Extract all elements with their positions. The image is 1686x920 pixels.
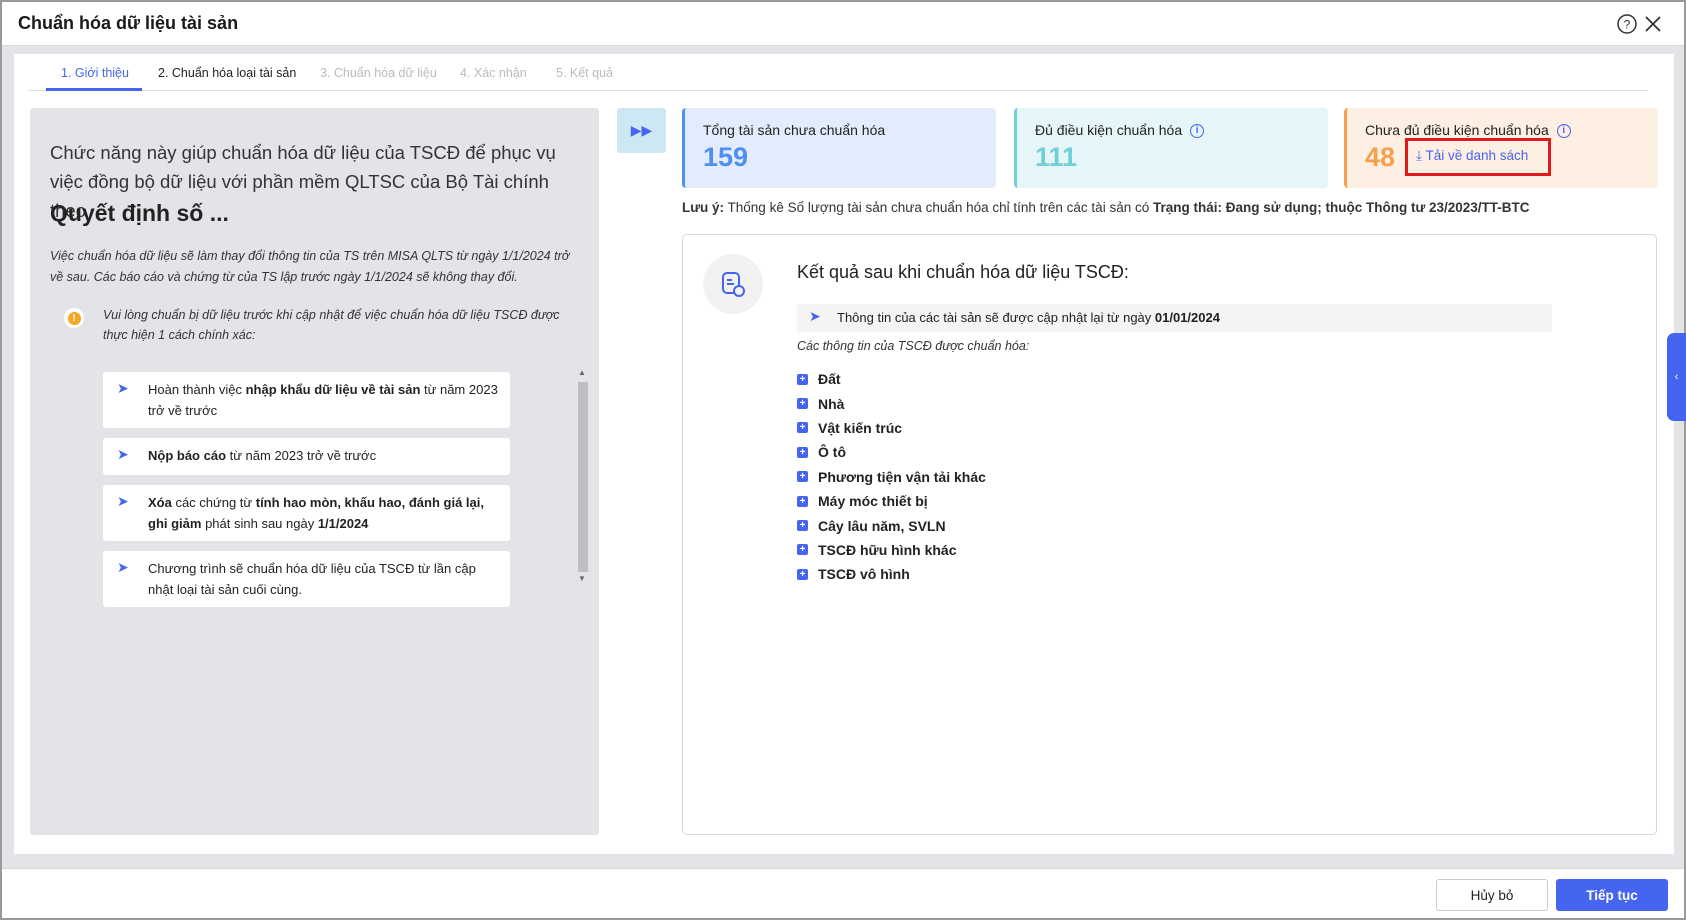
category-label: Cây lâu năm, SVLN <box>818 517 946 534</box>
category-item: + Nhà <box>797 391 986 415</box>
svg-text:?: ? <box>1624 18 1631 32</box>
title-bar: Chuẩn hóa dữ liệu tài sản ? <box>2 2 1684 46</box>
category-item: + TSCĐ vô hình <box>797 562 986 586</box>
category-label: TSCĐ hữu hình khác <box>818 541 957 558</box>
active-tab-indicator <box>46 88 142 91</box>
fast-forward-button[interactable]: ▶▶ <box>617 108 666 153</box>
category-label: Nhà <box>818 395 845 412</box>
update-info: ➤ Thông tin của các tài sản sẽ được cập n… <box>797 304 1552 332</box>
tab-chuan-hoa-du-lieu: 3. Chuẩn hóa dữ liệu <box>320 66 437 80</box>
plus-icon: + <box>797 544 808 556</box>
result-panel: Kết quả sau khi chuẩn hóa dữ liệu TSCĐ: … <box>682 234 1657 835</box>
result-heading: Kết quả sau khi chuẩn hóa dữ liệu TSCĐ: <box>797 262 1129 282</box>
stat-label: Chưa đủ điều kiện chuẩn hóa i <box>1365 122 1571 139</box>
warning-icon: ! <box>64 308 84 328</box>
tab-xac-nhan: 4. Xác nhận <box>460 66 527 80</box>
close-icon[interactable] <box>1642 13 1664 35</box>
category-label: TSCĐ vô hình <box>818 566 910 583</box>
stat-card-total: Tổng tài sản chưa chuẩn hóa 159 <box>682 108 996 188</box>
plus-icon: + <box>797 568 808 580</box>
plus-icon: + <box>797 373 808 385</box>
cancel-button[interactable]: Hủy bỏ <box>1436 879 1548 911</box>
help-icon[interactable]: ? <box>1616 13 1638 35</box>
category-item: + Cây lâu năm, SVLN <box>797 513 986 537</box>
stat-card-eligible: Đủ điều kiện chuẩn hóa i 111 <box>1014 108 1328 188</box>
info-icon[interactable]: i <box>1556 124 1571 139</box>
tab-gioi-thieu[interactable]: 1. Giới thiệu <box>61 66 129 80</box>
category-item: + TSCĐ hữu hình khác <box>797 538 986 562</box>
warning-text: Vui lòng chuẩn bị dữ liệu trước khi cập … <box>103 308 560 342</box>
step-item: ➤ Xóa các chứng từ tính hao mòn, khấu hao… <box>103 485 510 541</box>
plus-icon: + <box>797 398 808 410</box>
category-item: + Vật kiến trúc <box>797 416 986 440</box>
download-list-link[interactable]: ⤓ Tải về danh sách <box>1405 138 1551 176</box>
steps-list: ➤ Hoàn thành việc nhập khẩu dữ liệu về tà… <box>103 372 510 617</box>
normalized-categories: + Đất + Nhà + Vật kiến trúc + Ô tô + Phương tiện … <box>797 367 986 587</box>
expand-side-panel-button[interactable]: ‹ <box>1667 333 1686 421</box>
tab-chuan-hoa-loai-tai-san[interactable]: 2. Chuẩn hóa loại tài sản <box>158 66 296 80</box>
category-item: + Máy móc thiết bị <box>797 489 986 513</box>
dialog-title: Chuẩn hóa dữ liệu tài sản <box>18 13 239 33</box>
arrow-icon: ➤ <box>117 559 129 575</box>
arrow-icon: ➤ <box>117 380 129 396</box>
dialog-footer: Hủy bỏ Tiếp tục <box>2 868 1684 918</box>
plus-icon: + <box>797 446 808 458</box>
wizard-tabs: 1. Giới thiệu 2. Chuẩn hóa loại tài sản … <box>28 54 1648 91</box>
stat-label: Đủ điều kiện chuẩn hóa i <box>1035 122 1205 139</box>
category-label: Phương tiện vận tải khác <box>818 468 986 485</box>
continue-button[interactable]: Tiếp tục <box>1556 879 1668 911</box>
result-subtitle: Các thông tin của TSCĐ được chuẩn hóa: <box>797 339 1030 353</box>
intro-note: Việc chuẩn hóa dữ liệu sẽ làm thay đổi t… <box>50 249 570 284</box>
category-item: + Phương tiện vận tải khác <box>797 465 986 489</box>
stat-value: 111 <box>1035 142 1078 172</box>
intro-panel: Chức năng này giúp chuẩn hóa dữ liệu của… <box>30 108 599 835</box>
download-icon: ⤓ <box>1416 148 1422 163</box>
wizard-content: 1. Giới thiệu 2. Chuẩn hóa loại tài sản … <box>14 54 1674 854</box>
tab-ket-qua: 5. Kết quả <box>556 66 613 80</box>
plus-icon: + <box>797 495 808 507</box>
statistics-note: Lưu ý: Thống kê Số lượng tài sản chưa ch… <box>682 200 1530 215</box>
category-label: Máy móc thiết bị <box>818 493 928 510</box>
stat-label: Tổng tài sản chưa chuẩn hóa <box>703 122 886 138</box>
scroll-down-icon[interactable]: ▼ <box>578 574 586 583</box>
category-label: Đất <box>818 371 841 388</box>
step-item: ➤ Hoàn thành việc nhập khẩu dữ liệu về tà… <box>103 372 510 428</box>
step-item: ➤ Chương trình sẽ chuẩn hóa dữ liệu của T… <box>103 551 510 607</box>
stat-card-not-eligible: Chưa đủ điều kiện chuẩn hóa i 48 ⤓ Tải về… <box>1344 108 1658 188</box>
stat-value: 159 <box>703 142 749 172</box>
step-item: ➤ Nộp báo cáo từ năm 2023 trở về trước <box>103 438 510 475</box>
category-item: + Ô tô <box>797 440 986 464</box>
plus-icon: + <box>797 471 808 483</box>
plus-icon: + <box>797 520 808 532</box>
arrow-icon: ➤ <box>117 493 129 509</box>
arrow-icon: ➤ <box>117 446 129 462</box>
arrow-icon: ➤ <box>809 308 821 324</box>
dialog-window: Chuẩn hóa dữ liệu tài sản ? 1. Giới thiệ… <box>2 2 1686 918</box>
document-refresh-icon <box>703 254 763 314</box>
info-icon[interactable]: i <box>1190 124 1205 139</box>
scroll-up-icon[interactable]: ▲ <box>578 368 586 377</box>
decision-title: Quyết định số ... <box>50 200 229 226</box>
chevron-left-icon: ‹ <box>1674 371 1679 383</box>
stat-value: 48 <box>1365 142 1396 172</box>
category-item: + Đất <box>797 367 986 391</box>
scrollbar-thumb[interactable] <box>578 382 588 572</box>
category-label: Ô tô <box>818 444 846 461</box>
category-label: Vật kiến trúc <box>818 419 903 436</box>
plus-icon: + <box>797 422 808 434</box>
steps-scrollbar[interactable]: ▲ ▼ <box>575 368 591 584</box>
